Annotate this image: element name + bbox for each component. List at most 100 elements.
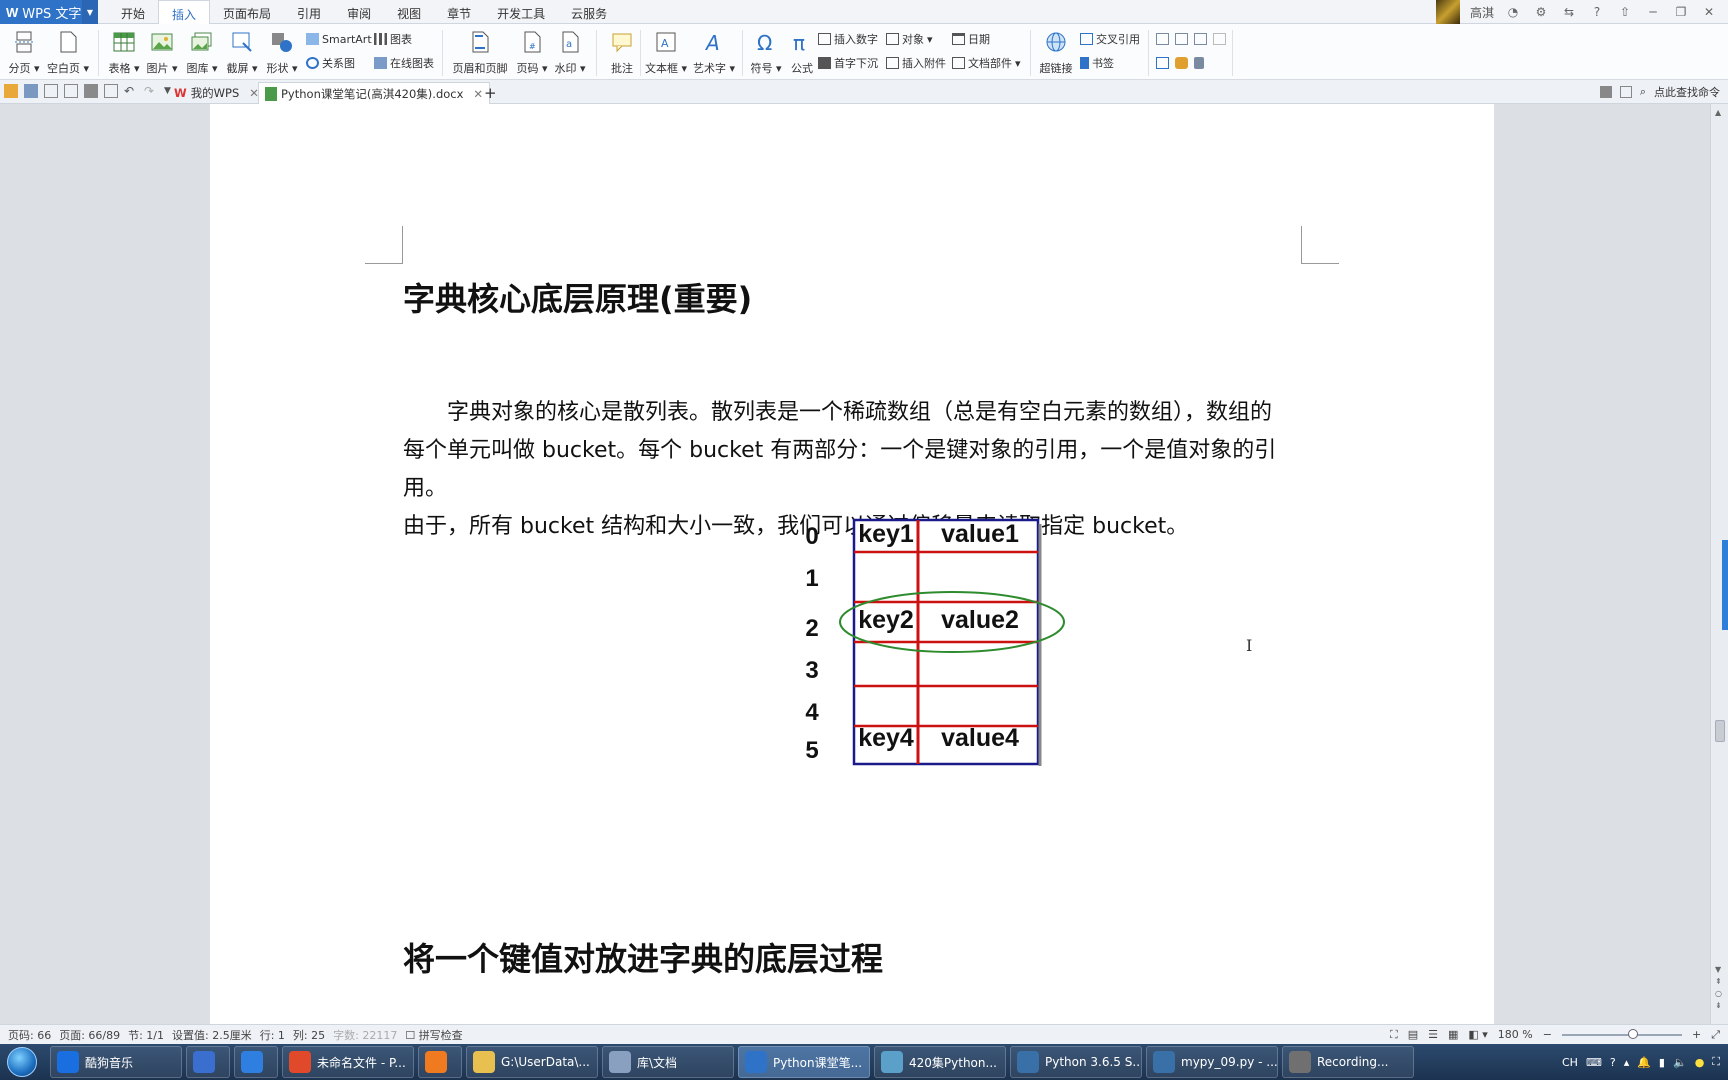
web-view-icon[interactable]: ▦	[1448, 1028, 1458, 1041]
insert-number-button[interactable]: 插入数字	[818, 30, 878, 48]
outline-view-icon[interactable]: ☰	[1428, 1028, 1438, 1041]
date-button[interactable]: 日期	[952, 30, 990, 48]
tab-menu-item[interactable]: 引用	[284, 0, 334, 24]
object-button[interactable]: 对象 ▾	[886, 30, 933, 48]
find-command-input[interactable]: 点此查找命令	[1654, 84, 1720, 100]
status-word-count[interactable]: 字数: 22117	[333, 1027, 397, 1043]
ime-indicator[interactable]: CH	[1562, 1056, 1578, 1069]
network-icon[interactable]: ▮	[1659, 1056, 1665, 1069]
comment-button[interactable]: 批注	[600, 28, 644, 76]
output-pdf-icon[interactable]	[44, 84, 58, 98]
tab-my-wps[interactable]: W 我的WPS ✕	[168, 82, 265, 104]
taskbar-item[interactable]: 420集Python...	[874, 1046, 1006, 1078]
relation-chart-button[interactable]: 关系图	[306, 54, 355, 72]
form-checkbox-icon[interactable]	[1175, 33, 1188, 45]
tab-menu-item[interactable]: 章节	[434, 0, 484, 24]
share-doc-icon[interactable]	[1599, 86, 1612, 98]
zoom-in-button[interactable]: +	[1692, 1028, 1701, 1041]
doc-parts-button[interactable]: 文档部件 ▾	[952, 54, 1021, 72]
notification-icon[interactable]: 🔔	[1637, 1056, 1651, 1069]
wordart-button[interactable]: A 艺术字 ▾	[692, 28, 736, 76]
print-icon[interactable]	[84, 84, 98, 98]
tab-current-document[interactable]: Python课堂笔记(高淇420集).docx ✕	[258, 82, 491, 104]
document-area[interactable]: 字典核心底层原理(重要) 字典对象的核心是散列表。散列表是一个稀疏数组（总是有空…	[0, 104, 1710, 1024]
textbox-button[interactable]: A 文本框 ▾	[644, 28, 688, 76]
tab-menu-item[interactable]: 视图	[384, 0, 434, 24]
taskbar-item[interactable]: Python 3.6.5 S...	[1010, 1046, 1142, 1078]
taskbar-item[interactable]: Recording...	[1282, 1046, 1414, 1078]
print-preview-icon[interactable]	[64, 84, 78, 98]
restore-button[interactable]: ❐	[1672, 5, 1690, 19]
form-textbox-icon[interactable]	[1156, 33, 1169, 45]
skin-icon[interactable]: ◔	[1504, 5, 1522, 19]
show-hidden-icons[interactable]: ▴	[1624, 1056, 1630, 1069]
insert-attachment-button[interactable]: 插入附件	[886, 54, 946, 72]
chart-button[interactable]: 图表	[374, 30, 412, 48]
taskbar-item[interactable]: mypy_09.py - ...	[1146, 1046, 1278, 1078]
shape-button[interactable]: 形状 ▾	[260, 28, 304, 76]
action-center-icon[interactable]: ⛶	[1712, 1055, 1720, 1069]
help-tray-icon[interactable]: ?	[1610, 1056, 1616, 1069]
page-break-button[interactable]: 分页 ▾	[2, 28, 46, 76]
spell-check-toggle[interactable]: ☐ 拼写检查	[405, 1027, 462, 1043]
tab-menu-item[interactable]: 审阅	[334, 0, 384, 24]
user-name[interactable]: 高淇	[1470, 4, 1494, 21]
cross-ref-button[interactable]: 交叉引用	[1080, 30, 1140, 48]
hyperlink-button[interactable]: 超链接	[1034, 28, 1078, 76]
collab-icon[interactable]	[1619, 86, 1632, 98]
status-pages[interactable]: 页面: 66/89	[59, 1027, 120, 1043]
new-tab-button[interactable]: +	[478, 82, 503, 104]
side-panel-handle[interactable]	[1722, 540, 1728, 630]
close-button[interactable]: ✕	[1700, 5, 1718, 19]
form-shading-icon[interactable]	[1156, 57, 1169, 69]
page-nav-icons[interactable]: ▼ ⇞ ○ ⇟	[1715, 964, 1722, 1012]
form-dropdown-icon[interactable]	[1194, 33, 1207, 45]
online-chart-button[interactable]: 在线图表	[374, 54, 434, 72]
zoom-slider-knob[interactable]	[1627, 1028, 1638, 1039]
taskbar-item[interactable]	[418, 1046, 462, 1078]
lock-icon[interactable]	[1194, 57, 1204, 69]
settings-icon[interactable]: ⚙	[1532, 5, 1550, 19]
zoom-slider[interactable]	[1561, 1028, 1682, 1039]
document-page[interactable]: 字典核心底层原理(重要) 字典对象的核心是散列表。散列表是一个稀疏数组（总是有空…	[210, 104, 1494, 1024]
redo-icon[interactable]: ↷	[144, 84, 158, 98]
taskbar-item[interactable]: 库\文档	[602, 1046, 734, 1078]
bookmark-button[interactable]: 书签	[1080, 54, 1114, 72]
scroll-up-icon[interactable]: ▲	[1715, 108, 1721, 117]
watermark-button[interactable]: a 水印 ▾	[548, 28, 592, 76]
taskbar-item[interactable]: 酷狗音乐	[50, 1046, 182, 1078]
share-icon[interactable]: ⇆	[1560, 5, 1578, 19]
gallery-button[interactable]: 图库 ▾	[180, 28, 224, 76]
format-painter-icon[interactable]	[104, 84, 118, 98]
fit-window-icon[interactable]: ⤢	[1711, 1028, 1720, 1042]
undo-icon[interactable]: ↶	[124, 84, 138, 98]
eraser-icon[interactable]	[1175, 57, 1188, 69]
tab-menu-item[interactable]: 云服务	[558, 0, 620, 24]
open-icon[interactable]	[4, 84, 18, 98]
minimize-button[interactable]: ─	[1644, 5, 1662, 19]
tab-menu-item[interactable]: 开始	[108, 0, 158, 24]
taskbar-item[interactable]: Python课堂笔...	[738, 1046, 870, 1078]
taskbar-item[interactable]	[234, 1046, 278, 1078]
help-icon[interactable]: ?	[1588, 5, 1606, 19]
start-button[interactable]	[0, 1044, 44, 1080]
screenshot-button[interactable]: 截屏 ▾	[220, 28, 264, 76]
taskbar-item[interactable]: G:\UserData\...	[466, 1046, 598, 1078]
volume-icon[interactable]: 🔈	[1673, 1056, 1687, 1069]
zoom-out-button[interactable]: −	[1543, 1028, 1552, 1041]
collapse-ribbon-icon[interactable]: ⇧	[1616, 5, 1634, 19]
reading-mode-icon[interactable]: ◧ ▾	[1468, 1028, 1487, 1041]
page-view-icon[interactable]: ▤	[1408, 1028, 1418, 1041]
tab-menu-item[interactable]: 开发工具	[484, 0, 558, 24]
taskbar-item[interactable]: 未命名文件 - P...	[282, 1046, 414, 1078]
recording-tray-icon[interactable]: ●	[1695, 1056, 1705, 1069]
picture-button[interactable]: 图片 ▾	[140, 28, 184, 76]
drop-cap-button[interactable]: 首字下沉	[818, 54, 878, 72]
scrollbar-thumb[interactable]	[1715, 720, 1725, 742]
keyboard-icon[interactable]: ⌨	[1586, 1056, 1602, 1069]
status-page-code[interactable]: 页码: 66	[8, 1027, 51, 1043]
zoom-level[interactable]: 180 %	[1498, 1028, 1533, 1041]
blank-page-button[interactable]: 空白页 ▾	[46, 28, 90, 76]
fullscreen-icon[interactable]: ⛶	[1390, 1028, 1398, 1042]
tab-menu-item[interactable]: 页面布局	[210, 0, 284, 24]
